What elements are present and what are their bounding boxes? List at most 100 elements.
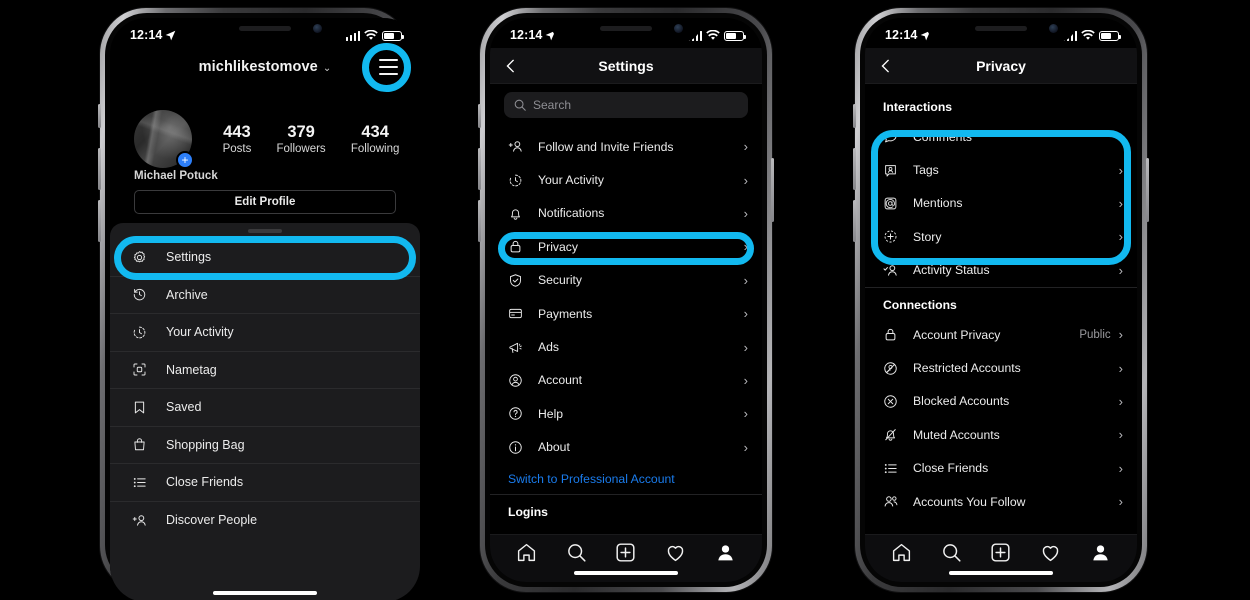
chevron-right-icon: › xyxy=(743,439,748,455)
avatar[interactable]: + xyxy=(134,110,194,169)
mute-switch[interactable] xyxy=(98,104,101,128)
heart-icon[interactable] xyxy=(1040,542,1062,564)
list-item-mentions[interactable]: Mentions › xyxy=(865,187,1137,220)
front-camera-icon xyxy=(674,24,683,33)
list-item-label: Account xyxy=(538,373,583,388)
switch-to-professional-account-link[interactable]: Switch to Professional Account xyxy=(490,464,762,494)
list-item-blocked-accounts[interactable]: Blocked Accounts › xyxy=(865,385,1137,418)
home-icon[interactable] xyxy=(891,542,913,564)
home-icon[interactable] xyxy=(516,542,538,564)
profile-icon[interactable] xyxy=(714,542,736,564)
profile-menu-list: Settings Archive Your Activity Nametag Saved… xyxy=(110,239,420,539)
menu-item-shopping-bag[interactable]: Shopping Bag xyxy=(110,427,420,464)
chevron-right-icon: › xyxy=(743,306,748,322)
list-item-your-activity[interactable]: Your Activity › xyxy=(490,163,762,196)
list-item-activity-status[interactable]: Activity Status › xyxy=(865,254,1137,287)
tag-person-icon xyxy=(883,163,905,178)
chevron-left-icon[interactable] xyxy=(879,59,893,73)
home-indicator[interactable] xyxy=(949,570,1053,575)
list-item-account[interactable]: Account › xyxy=(490,364,762,397)
add-story-plus-icon[interactable]: + xyxy=(176,151,194,169)
bookmark-icon xyxy=(132,400,158,415)
menu-item-settings[interactable]: Settings xyxy=(110,239,420,277)
stat-following[interactable]: 434 Following xyxy=(351,123,400,155)
new-post-icon[interactable] xyxy=(615,542,637,564)
volume-down-button[interactable] xyxy=(853,200,856,242)
list-item-follow-and-invite-friends[interactable]: Follow and Invite Friends › xyxy=(490,130,762,163)
hamburger-menu-icon[interactable] xyxy=(374,53,402,81)
list-item-tags[interactable]: Tags › xyxy=(865,153,1137,186)
volume-down-button[interactable] xyxy=(98,200,101,242)
list-item-restricted-accounts[interactable]: Restricted Accounts › xyxy=(865,351,1137,384)
list-item-notifications[interactable]: Notifications › xyxy=(490,197,762,230)
list-item-label: Account Privacy xyxy=(913,327,1001,342)
comment-bubble-icon xyxy=(883,129,905,144)
menu-item-nametag[interactable]: Nametag xyxy=(110,352,420,389)
list-item-label: Your Activity xyxy=(538,173,604,188)
front-camera-icon xyxy=(1049,24,1058,33)
search-input[interactable]: Search xyxy=(504,92,748,118)
volume-up-button[interactable] xyxy=(478,148,481,190)
close-friends-list-icon xyxy=(132,475,158,490)
battery-icon xyxy=(1099,30,1122,41)
menu-item-saved[interactable]: Saved xyxy=(110,389,420,427)
stat-followers[interactable]: 379 Followers xyxy=(276,123,325,155)
edit-profile-button[interactable]: Edit Profile xyxy=(134,190,396,214)
list-item-label: Notifications xyxy=(538,206,605,221)
list-item-privacy[interactable]: Privacy › xyxy=(490,230,762,263)
section-header-interactions: Interactions xyxy=(883,100,953,114)
status-bar-time: 12:14 xyxy=(510,28,543,42)
list-item-story[interactable]: Story › xyxy=(865,220,1137,253)
list-item-comments[interactable]: Comments › xyxy=(865,120,1137,153)
list-item-payments[interactable]: Payments › xyxy=(490,297,762,330)
profile-icon[interactable] xyxy=(1089,542,1111,564)
search-icon[interactable] xyxy=(940,542,962,564)
volume-down-button[interactable] xyxy=(478,200,481,242)
list-item-accounts-you-follow[interactable]: Accounts You Follow › xyxy=(865,485,1137,518)
search-icon[interactable] xyxy=(565,542,587,564)
section-header-logins: Logins xyxy=(508,504,548,519)
menu-item-discover-people[interactable]: Discover People xyxy=(110,502,420,540)
home-indicator[interactable] xyxy=(213,590,317,595)
battery-icon xyxy=(382,30,405,41)
chevron-right-icon: › xyxy=(743,139,748,155)
list-item-account-privacy[interactable]: Account Privacy Public › xyxy=(865,318,1137,351)
power-button[interactable] xyxy=(1146,158,1149,222)
menu-item-close-friends[interactable]: Close Friends xyxy=(110,464,420,502)
volume-up-button[interactable] xyxy=(853,148,856,190)
device-notch xyxy=(926,18,1076,42)
account-circle-icon xyxy=(508,373,530,388)
phone-3-screen: 12:14 Privacy Interactions Comments › Tags ›… xyxy=(865,18,1137,582)
menu-item-label: Your Activity xyxy=(166,325,234,340)
list-item-label: Help xyxy=(538,406,564,421)
settings-list: Follow and Invite Friends › Your Activity ›… xyxy=(490,130,762,525)
status-bar-time: 12:14 xyxy=(130,28,163,42)
list-item-security[interactable]: Security › xyxy=(490,264,762,297)
heart-icon[interactable] xyxy=(665,542,687,564)
stat-posts[interactable]: 443 Posts xyxy=(223,123,252,155)
story-plus-icon xyxy=(883,229,905,244)
list-item-ads[interactable]: Ads › xyxy=(490,330,762,363)
mute-switch[interactable] xyxy=(478,104,481,128)
list-item-muted-accounts[interactable]: Muted Accounts › xyxy=(865,418,1137,451)
chevron-right-icon: › xyxy=(1118,229,1123,245)
volume-up-button[interactable] xyxy=(98,148,101,190)
list-item-help[interactable]: Help › xyxy=(490,397,762,430)
menu-item-label: Discover People xyxy=(166,513,258,528)
close-friends-list-icon xyxy=(883,461,905,476)
mute-switch[interactable] xyxy=(853,104,856,128)
stat-value: 379 xyxy=(287,123,315,142)
new-post-icon[interactable] xyxy=(990,542,1012,564)
sheet-drag-handle[interactable] xyxy=(248,229,282,233)
power-button[interactable] xyxy=(771,158,774,222)
menu-item-archive[interactable]: Archive xyxy=(110,277,420,314)
list-item-value: Public xyxy=(1079,328,1111,341)
home-indicator[interactable] xyxy=(574,570,678,575)
list-item-about[interactable]: About › xyxy=(490,431,762,464)
menu-item-your-activity[interactable]: Your Activity xyxy=(110,314,420,352)
phone-device-1: 12:14 michlikestomove ⌄ + 443 Posts 379 … xyxy=(98,8,420,600)
list-item-close-friends[interactable]: Close Friends › xyxy=(865,452,1137,485)
profile-username[interactable]: michlikestomove ⌄ xyxy=(199,59,332,75)
chevron-left-icon[interactable] xyxy=(504,59,518,73)
section-header-connections: Connections xyxy=(883,297,957,312)
